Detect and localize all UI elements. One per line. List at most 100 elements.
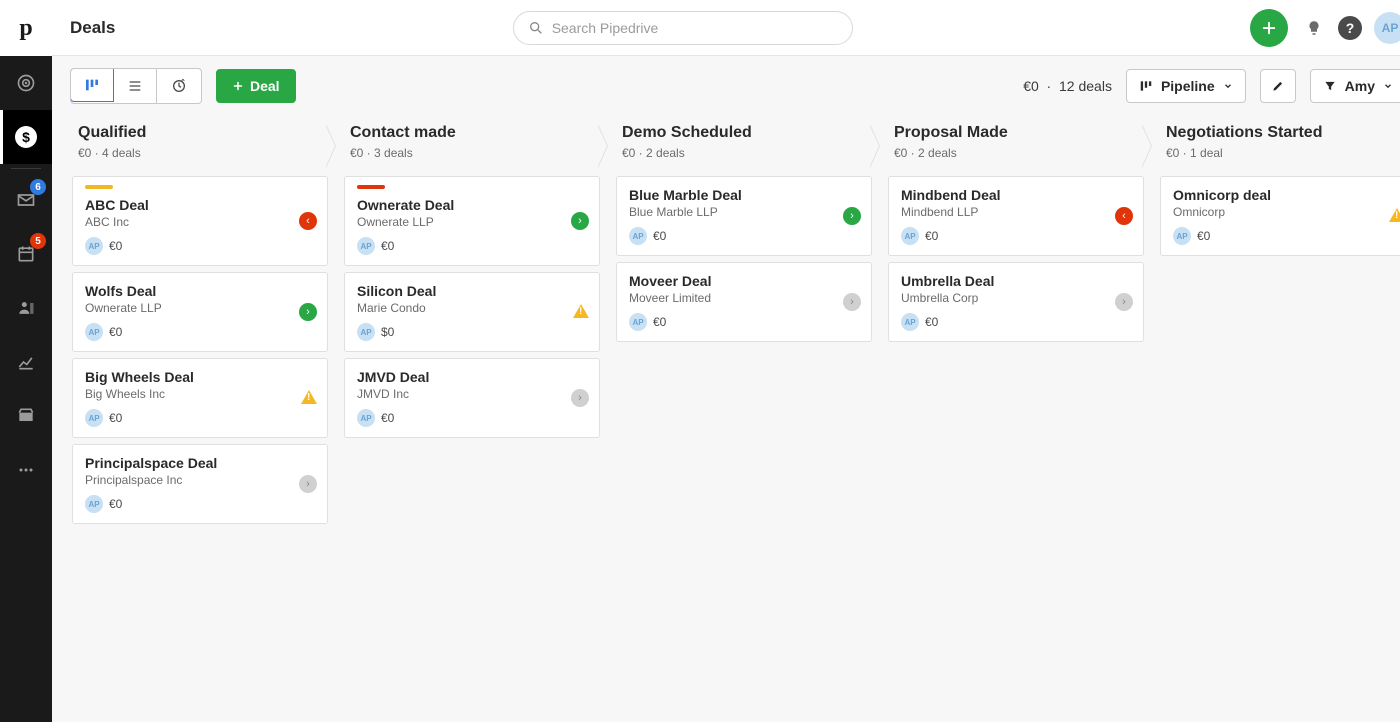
stage-title: Demo Scheduled: [622, 124, 866, 142]
deal-title: Omnicorp deal: [1173, 187, 1400, 203]
activity-none-icon[interactable]: ›: [843, 293, 861, 311]
user-avatar[interactable]: AP: [1374, 12, 1400, 44]
deal-card[interactable]: Ownerate DealOwnerate LLPAP€0›: [344, 176, 600, 266]
nav-deals[interactable]: $: [0, 110, 52, 164]
deal-title: Wolfs Deal: [85, 283, 315, 299]
toolbar: Deal €0 · 12 deals Pipeline Amy: [52, 56, 1400, 116]
deal-company: JMVD Inc: [357, 387, 587, 401]
activity-none-icon[interactable]: ›: [299, 475, 317, 493]
deals-summary: €0 · 12 deals: [1023, 78, 1112, 94]
stage-title: Contact made: [350, 124, 594, 142]
pipeline-icon: [1139, 79, 1153, 93]
warning-icon[interactable]: [573, 304, 589, 318]
stage-column: Demo Scheduled€0 · 2 dealsBlue Marble De…: [608, 116, 880, 722]
filter-icon: [1323, 79, 1337, 93]
deal-title: Moveer Deal: [629, 273, 859, 289]
deal-company: Mindbend LLP: [901, 205, 1131, 219]
nav-mail[interactable]: 6: [0, 173, 52, 227]
deal-card[interactable]: Wolfs DealOwnerate LLPAP€0›: [72, 272, 328, 352]
owner-avatar: AP: [1173, 227, 1191, 245]
activity-today-icon[interactable]: ›: [843, 207, 861, 225]
activity-today-icon[interactable]: ›: [571, 212, 589, 230]
forecast-view-icon: [171, 78, 187, 94]
deal-value: €0: [381, 411, 394, 425]
quick-add-button[interactable]: [1250, 9, 1288, 47]
deal-value: €0: [653, 229, 666, 243]
owner-avatar: AP: [901, 227, 919, 245]
deal-card[interactable]: ABC DealABC IncAP€0‹: [72, 176, 328, 266]
stage-header[interactable]: Qualified€0 · 4 deals: [70, 116, 330, 176]
deal-card[interactable]: Omnicorp deal Omnicorp AP €0: [1160, 176, 1400, 256]
nav-more[interactable]: [0, 443, 52, 497]
stage-title: Proposal Made: [894, 124, 1138, 142]
stage-arrow-icon: [598, 124, 608, 168]
view-forecast[interactable]: [157, 69, 201, 103]
contacts-icon: [16, 298, 36, 318]
deal-company: Marie Condo: [357, 301, 587, 315]
deal-value: €0: [109, 239, 122, 253]
stage-arrow-icon: [326, 124, 336, 168]
nav-contacts[interactable]: [0, 281, 52, 335]
card-color-bar: [85, 185, 113, 189]
deal-card[interactable]: Principalspace DealPrincipalspace IncAP€…: [72, 444, 328, 524]
deal-value: €0: [381, 239, 394, 253]
warning-icon[interactable]: [1389, 208, 1400, 222]
deal-value: €0: [925, 229, 938, 243]
stage-title: Qualified: [78, 124, 322, 142]
stage-summary: €0 · 2 deals: [622, 146, 866, 160]
nav-products[interactable]: [0, 389, 52, 443]
question-icon: ?: [1346, 20, 1355, 36]
deal-card[interactable]: Blue Marble DealBlue Marble LLPAP€0›: [616, 176, 872, 256]
stage-header[interactable]: Proposal Made€0 · 2 deals: [886, 116, 1146, 176]
deal-card[interactable]: Silicon DealMarie CondoAP$0: [344, 272, 600, 352]
search-input-wrapper[interactable]: [513, 11, 853, 45]
edit-pipeline-button[interactable]: [1260, 69, 1296, 103]
activity-overdue-icon[interactable]: ‹: [1115, 207, 1133, 225]
help-button[interactable]: ?: [1338, 16, 1362, 40]
deal-value: €0: [109, 411, 122, 425]
view-pipeline[interactable]: [70, 68, 114, 102]
activity-today-icon[interactable]: ›: [299, 303, 317, 321]
nav-insights[interactable]: [0, 335, 52, 389]
stage-header[interactable]: Demo Scheduled €0 · 2 deals: [614, 116, 874, 176]
page-title: Deals: [70, 18, 115, 38]
owner-avatar: AP: [357, 323, 375, 341]
deal-value: €0: [109, 325, 122, 339]
more-icon: [16, 460, 36, 480]
lightbulb-icon: [1305, 19, 1323, 37]
nav-calendar[interactable]: 5: [0, 227, 52, 281]
view-list[interactable]: [113, 69, 157, 103]
deal-card[interactable]: Big Wheels DealBig Wheels IncAP€0: [72, 358, 328, 438]
activity-none-icon[interactable]: ›: [571, 389, 589, 407]
pipeline-board: Qualified€0 · 4 dealsABC DealABC IncAP€0…: [52, 116, 1400, 722]
pipeline-selector[interactable]: Pipeline: [1126, 69, 1246, 103]
deal-company: Omnicorp: [1173, 205, 1400, 219]
mail-badge: 6: [30, 179, 46, 195]
deal-value: €0: [1197, 229, 1210, 243]
stage-header[interactable]: Contact made€0 · 3 deals: [342, 116, 602, 176]
deal-title: Principalspace Deal: [85, 455, 315, 471]
pipeline-view-icon: [84, 77, 100, 93]
stage-column: Proposal Made€0 · 2 dealsMindbend DealMi…: [880, 116, 1152, 722]
nav-divider: [11, 168, 41, 169]
activity-none-icon[interactable]: ›: [1115, 293, 1133, 311]
owner-avatar: AP: [85, 237, 103, 255]
deal-company: ABC Inc: [85, 215, 315, 229]
deal-card[interactable]: Mindbend DealMindbend LLPAP€0‹: [888, 176, 1144, 256]
add-deal-button[interactable]: Deal: [216, 69, 296, 103]
deal-card[interactable]: JMVD DealJMVD IncAP€0›: [344, 358, 600, 438]
activity-overdue-icon[interactable]: ‹: [299, 212, 317, 230]
user-filter[interactable]: Amy: [1310, 69, 1400, 103]
owner-avatar: AP: [629, 227, 647, 245]
assistant-button[interactable]: [1302, 16, 1326, 40]
logo[interactable]: p: [0, 0, 52, 56]
stage-header[interactable]: Negotiations Started€0 · 1 deal: [1158, 116, 1400, 176]
nav-leads[interactable]: [0, 56, 52, 110]
chevron-down-icon: [1223, 81, 1233, 91]
deal-card[interactable]: Moveer DealMoveer LimitedAP€0›: [616, 262, 872, 342]
deal-value: €0: [109, 497, 122, 511]
warning-icon[interactable]: [301, 390, 317, 404]
plus-icon: [1260, 19, 1278, 37]
deal-card[interactable]: Umbrella DealUmbrella CorpAP€0›: [888, 262, 1144, 342]
search-input[interactable]: [552, 20, 838, 36]
